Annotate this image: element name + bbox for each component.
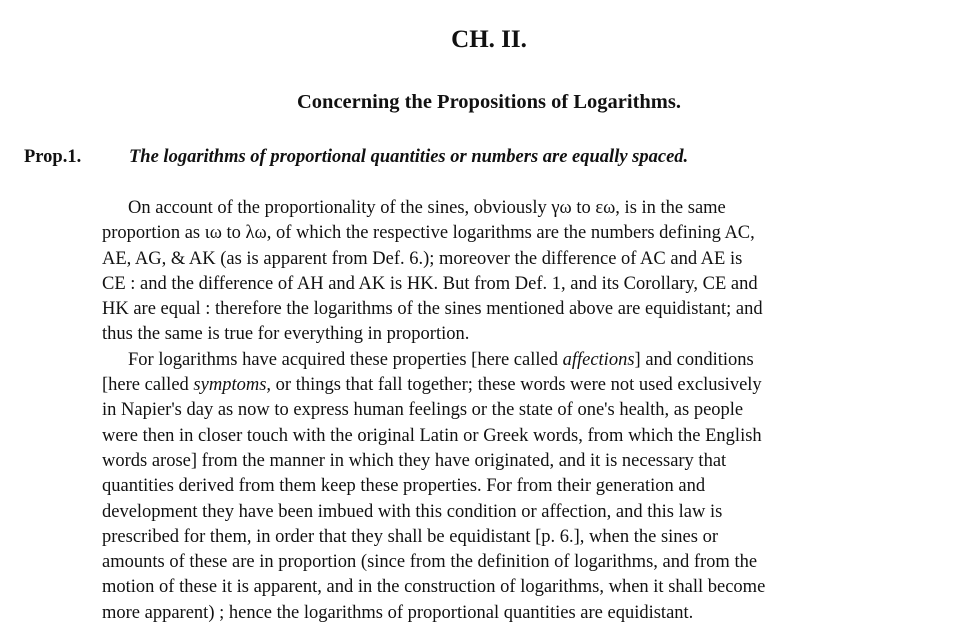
paragraph2-text: [here called bbox=[102, 375, 194, 396]
paragraph2-line: words arose] from the manner in which th… bbox=[102, 450, 727, 471]
paragraph1-line: AE, AG, & AK (as is apparent from Def. 6… bbox=[102, 248, 743, 269]
chapter-heading: CH. II. bbox=[451, 26, 527, 53]
paragraph1-line: proportion as ιω to λω, of which the res… bbox=[102, 223, 755, 244]
italic-term-symptoms: symptoms bbox=[193, 375, 267, 396]
chapter-subtitle: Concerning the Propositions of Logarithm… bbox=[296, 91, 681, 113]
paragraph2-text: For logarithms have acquired these prope… bbox=[128, 349, 563, 370]
paragraph2-line: prescribed for them, in order that they … bbox=[102, 526, 718, 547]
paragraph2-line: were then in closer touch with the origi… bbox=[102, 425, 762, 446]
paragraph2-line: For logarithms have acquired these prope… bbox=[102, 348, 902, 373]
italic-term-affections: affections bbox=[562, 349, 635, 370]
paragraph2-text: ] and conditions bbox=[634, 349, 754, 370]
proposition-statement: The logarithms of proportional quantitie… bbox=[129, 147, 689, 167]
paragraph2-line: development they have been imbued with t… bbox=[102, 501, 723, 522]
paragraph1-line: HK are equal : therefore the logarithms … bbox=[102, 299, 763, 320]
proposition-label: Prop.1. bbox=[24, 147, 82, 167]
paragraph2-line: [here called symptoms, or things that fa… bbox=[102, 373, 902, 398]
paragraph2-line: in Napier's day as now to express human … bbox=[102, 400, 744, 421]
paragraph1-line: On account of the proportionality of the… bbox=[128, 198, 726, 218]
paragraph2-line: motion of these it is apparent, and in t… bbox=[102, 577, 766, 598]
paragraph2-line: more apparent) ; hence the logarithms of… bbox=[102, 602, 694, 623]
body-text: On account of the proportionality of the… bbox=[102, 196, 902, 626]
paragraph2-line: quantities derived from them keep these … bbox=[102, 476, 706, 497]
paragraph2-text: , or things that fall together; these wo… bbox=[266, 375, 762, 396]
paragraph1-line: thus the same is true for everything in … bbox=[102, 324, 470, 345]
paragraph2-line: amounts of these are in proportion (sinc… bbox=[102, 552, 758, 573]
paragraph1-line: CE : and the difference of AH and AK is … bbox=[102, 273, 758, 294]
